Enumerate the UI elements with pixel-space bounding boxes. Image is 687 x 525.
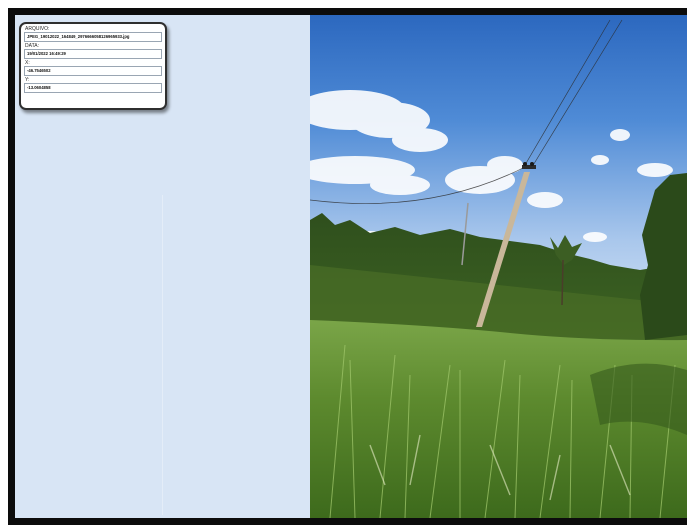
y-field[interactable]: -13.0604858	[24, 83, 162, 93]
arquivo-field[interactable]: JPEG_19012022_164849_2976666058126965933…	[24, 32, 162, 42]
data-field[interactable]: 19/01/2022 16:49:29	[24, 49, 162, 59]
photo-info-box: ARQUIVO: JPEG_19012022_164849_2976666058…	[19, 22, 167, 110]
field-photo-image	[310, 15, 687, 518]
field-photo	[310, 15, 687, 518]
panel-divider	[162, 195, 163, 515]
x-field[interactable]: -46.7546502	[24, 66, 162, 76]
